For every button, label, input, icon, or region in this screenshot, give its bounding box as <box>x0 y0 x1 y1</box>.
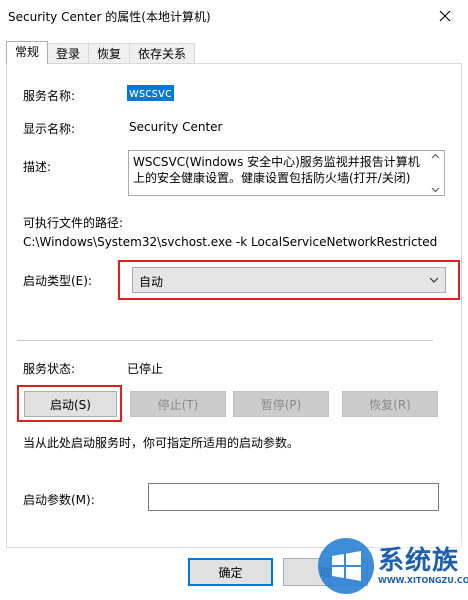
exe-path-label: 可执行文件的路径: <box>23 216 124 230</box>
startup-type-value: 自动 <box>139 275 164 289</box>
start-params-hint: 当从此处启动服务时，你可指定所适用的启动参数。 <box>23 436 300 450</box>
general-panel: 服务名称: wscsvc 显示名称: Security Center 描述: W… <box>6 63 462 548</box>
description-text: WSCSVC(Windows 安全中心)服务监视并报告计算机上的安全健康设置。健… <box>133 155 420 185</box>
watermark-brand: 系统族 <box>378 546 460 576</box>
service-status-label: 服务状态: <box>23 362 76 376</box>
resume-button[interactable]: 恢复(R) <box>342 391 438 417</box>
divider <box>17 340 433 341</box>
start-button[interactable]: 启动(S) <box>24 391 117 417</box>
startup-type-label: 启动类型(E): <box>23 274 92 288</box>
ok-button[interactable]: 确定 <box>188 558 273 586</box>
tab-strip: 常规 登录 恢复 依存关系 <box>6 41 196 64</box>
stop-button[interactable]: 停止(T) <box>130 391 226 417</box>
service-name-text: wscsvc <box>127 85 174 101</box>
scroll-down-icon[interactable] <box>431 187 440 193</box>
tab-general[interactable]: 常规 <box>6 41 49 64</box>
description-scrollbar[interactable] <box>427 151 444 195</box>
chevron-down-icon <box>429 277 439 283</box>
display-name-label: 显示名称: <box>23 122 76 136</box>
title-bar: Security Center 的属性(本地计算机) <box>0 0 468 32</box>
service-status-value: 已停止 <box>127 362 164 376</box>
scroll-up-icon[interactable] <box>431 153 440 159</box>
startup-type-select[interactable]: 自动 <box>132 267 446 293</box>
tab-logon[interactable]: 登录 <box>47 43 90 64</box>
exe-path-value[interactable]: C:\Windows\System32\svchost.exe -k Local… <box>23 235 437 249</box>
start-params-input[interactable] <box>148 483 439 511</box>
description-label: 描述: <box>23 160 52 174</box>
close-icon <box>439 10 451 22</box>
pause-button[interactable]: 暂停(P) <box>233 391 329 417</box>
close-button[interactable] <box>422 0 468 32</box>
description-box[interactable]: WSCSVC(Windows 安全中心)服务监视并报告计算机上的安全健康设置。健… <box>128 150 445 196</box>
start-params-label: 启动参数(M): <box>23 493 95 507</box>
watermark-logo: 系统族 WWW.XITONGZU.COM <box>314 534 468 597</box>
window-title: Security Center 的属性(本地计算机) <box>8 10 211 24</box>
service-name-value[interactable]: wscsvc <box>127 85 174 101</box>
tab-dependencies[interactable]: 依存关系 <box>129 43 196 64</box>
service-name-label: 服务名称: <box>23 89 76 103</box>
watermark-url: WWW.XITONGZU.COM <box>378 576 468 585</box>
tab-recovery[interactable]: 恢复 <box>88 43 131 64</box>
display-name-value[interactable]: Security Center <box>129 120 222 134</box>
